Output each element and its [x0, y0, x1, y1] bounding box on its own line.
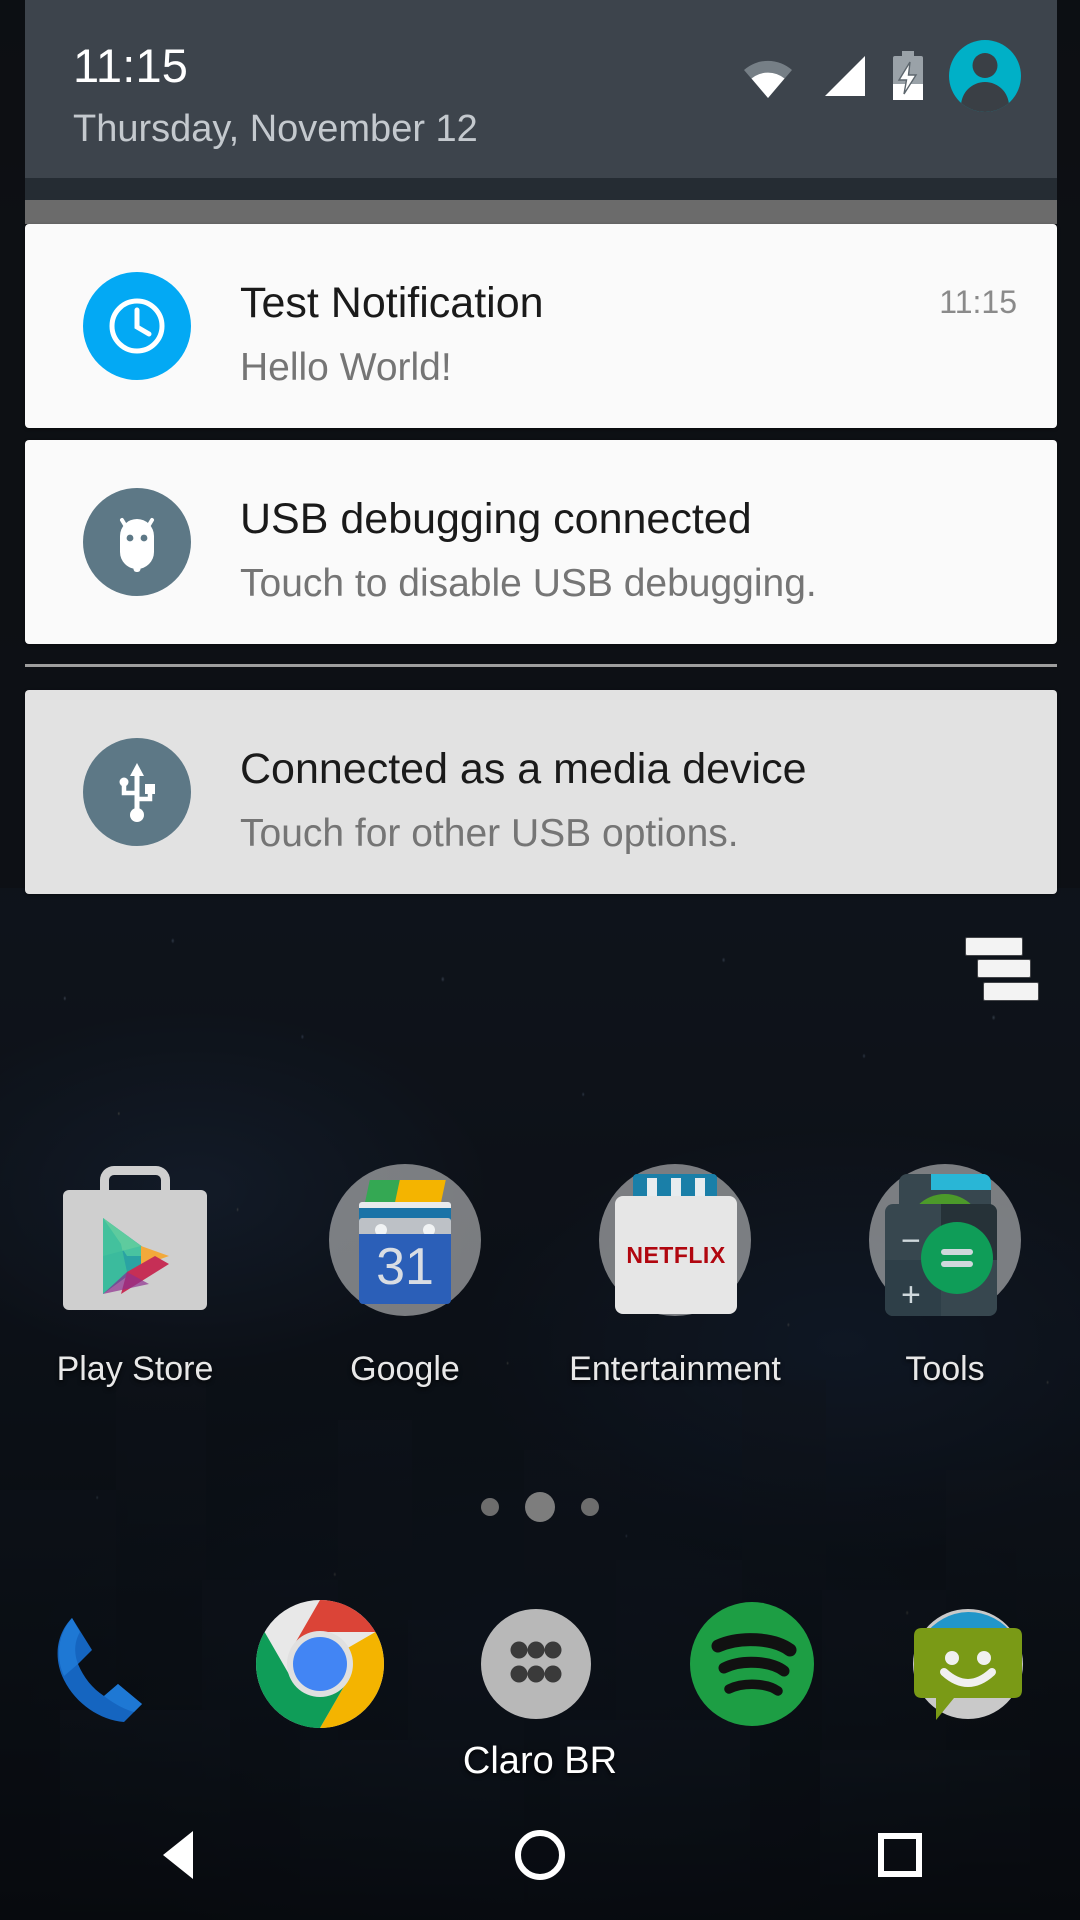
page-dot[interactable] [581, 1498, 599, 1516]
app-label: Tools [905, 1350, 985, 1388]
notification-time: 11:15 [939, 284, 1017, 320]
homescreen-app-row: Play Store 31 Google NETFLIX Entertainme… [0, 1160, 1080, 1386]
netflix-icon: NETFLIX [615, 1196, 737, 1314]
calendar-icon: 31 [359, 1178, 451, 1304]
app-entertainment-folder[interactable]: NETFLIX Entertainment [540, 1160, 810, 1386]
home-icon [515, 1830, 565, 1880]
page-indicator [0, 1492, 1080, 1522]
clear-all-notifications-button[interactable] [966, 938, 1038, 1000]
dock [0, 1588, 1080, 1748]
shade-handle-dark [25, 178, 1057, 200]
messaging-icon [902, 1598, 1042, 1738]
avatar-head [972, 53, 998, 78]
google-folder-icon: 31 [315, 1160, 495, 1340]
clear-bar [978, 960, 1030, 977]
notification-title: USB debugging connected [240, 495, 752, 543]
notification-group-divider [25, 664, 1057, 667]
status-clock: 11:15 [73, 39, 189, 92]
notification-text: Touch for other USB options. [240, 812, 739, 855]
notification-text: Touch to disable USB debugging. [240, 562, 817, 605]
android-bug-icon [83, 488, 191, 596]
back-button[interactable] [0, 1790, 360, 1920]
user-avatar[interactable] [949, 40, 1021, 112]
clock-icon [83, 272, 191, 380]
play-store-icon [45, 1160, 225, 1340]
tools-folder-icon: − × + [855, 1160, 1035, 1340]
dock-item-app-drawer[interactable] [432, 1588, 648, 1748]
recents-button[interactable] [720, 1790, 1080, 1920]
app-google-folder[interactable]: 31 Google [270, 1160, 540, 1386]
avatar-body [961, 82, 1009, 112]
page-dot[interactable] [481, 1498, 499, 1516]
dock-item-messaging[interactable] [864, 1588, 1080, 1748]
recents-icon [878, 1833, 922, 1877]
spotify-icon [686, 1598, 826, 1738]
navigation-bar [0, 1790, 1080, 1920]
clear-bar [966, 938, 1022, 955]
notification-media-device[interactable]: Connected as a media device Touch for ot… [25, 690, 1057, 894]
home-button[interactable] [360, 1790, 720, 1920]
wifi-icon [744, 60, 792, 98]
dock-item-phone[interactable] [0, 1588, 216, 1748]
usb-icon [83, 738, 191, 846]
netflix-wordmark: NETFLIX [626, 1241, 726, 1268]
battery-charging-icon [893, 51, 923, 100]
notification-usb-debugging[interactable]: USB debugging connected Touch to disable… [25, 440, 1057, 644]
quick-settings-header[interactable]: 11:15 Thursday, November 12 [25, 0, 1057, 178]
notification-test-notification[interactable]: Test Notification Hello World! 11:15 [25, 224, 1057, 428]
app-play-store[interactable]: Play Store [0, 1160, 270, 1386]
notification-text: Hello World! [240, 346, 452, 389]
android-screen: 11:15 Thursday, November 12 Test Notific… [0, 0, 1080, 1920]
back-icon [163, 1831, 193, 1879]
calculator-equals [921, 1222, 993, 1294]
calendar-day: 31 [359, 1234, 451, 1304]
carrier-label: Claro BR [462, 1740, 618, 1782]
status-icon-group [741, 40, 1021, 112]
dock-item-spotify[interactable] [648, 1588, 864, 1748]
shade-handle-grey[interactable] [25, 200, 1057, 224]
phone-icon [38, 1598, 178, 1738]
app-label: Play Store [56, 1350, 214, 1388]
app-label: Entertainment [569, 1350, 781, 1388]
status-date: Thursday, November 12 [73, 108, 478, 150]
entertainment-folder-icon: NETFLIX [585, 1160, 765, 1340]
dock-item-chrome[interactable] [216, 1588, 432, 1748]
chrome-icon [254, 1598, 394, 1738]
cellular-signal-icon [825, 56, 865, 96]
notification-title: Connected as a media device [240, 745, 807, 793]
notification-shade[interactable]: 11:15 Thursday, November 12 Test Notific… [0, 0, 1080, 894]
app-label: Google [350, 1350, 460, 1388]
page-dot-active[interactable] [525, 1492, 555, 1522]
clear-bar [984, 983, 1038, 1000]
app-drawer-icon [470, 1598, 610, 1738]
notification-title: Test Notification [240, 279, 544, 327]
app-tools-folder[interactable]: − × + Tools [810, 1160, 1080, 1386]
